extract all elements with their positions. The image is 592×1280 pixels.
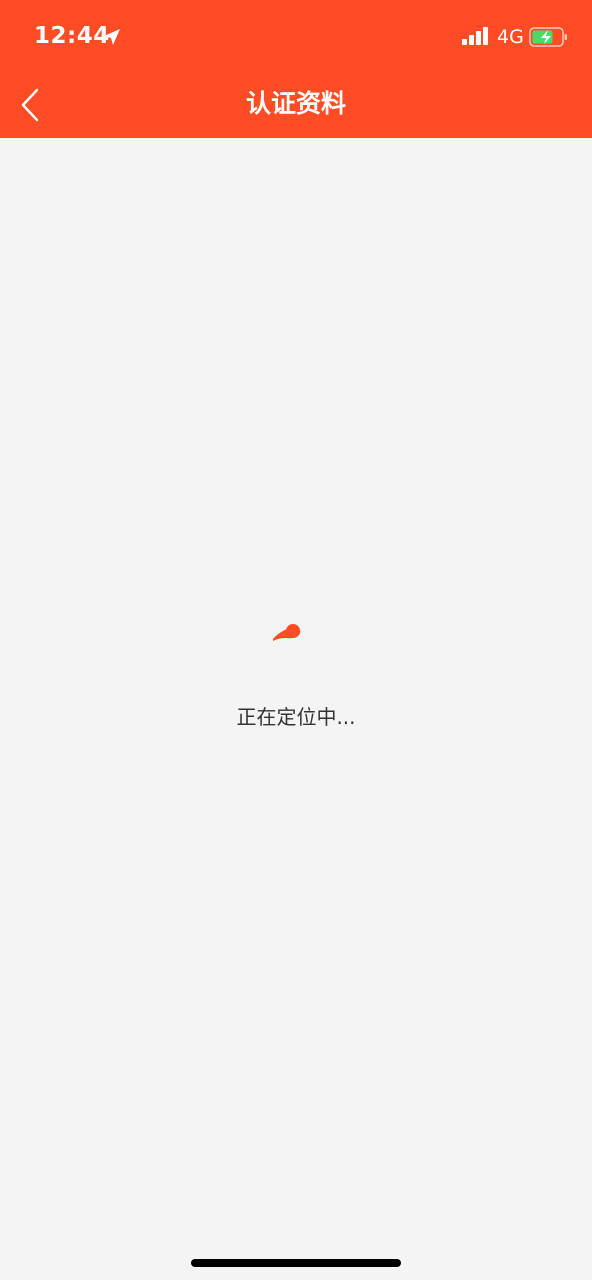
navigation-bar: 认证资料 (0, 74, 592, 138)
app-header: 12:44 4G 认证资料 (0, 0, 592, 138)
loading-text: 正在定位中... (236, 705, 356, 729)
home-indicator (191, 1259, 401, 1267)
status-time: 12:44 (34, 23, 110, 49)
page-title: 认证资料 (245, 89, 346, 118)
main-content: 正在定位中... (0, 138, 592, 1280)
status-bar: 12:44 4G (0, 0, 592, 74)
network-type: 4G (497, 26, 524, 48)
location-arrow-icon (104, 29, 120, 45)
signal-bars-icon (462, 27, 488, 45)
battery-charging-icon (529, 27, 567, 47)
loading-spinner-icon (273, 624, 301, 641)
